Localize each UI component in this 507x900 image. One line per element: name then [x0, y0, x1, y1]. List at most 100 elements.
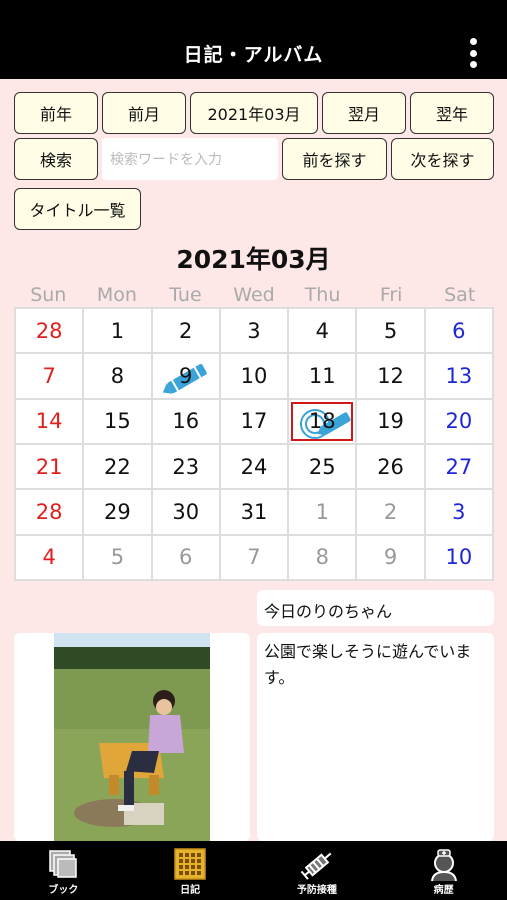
doctor-icon: [430, 849, 457, 882]
day-number: 4: [42, 545, 56, 570]
calendar-day[interactable]: 21: [16, 444, 83, 489]
calendar-day[interactable]: 12: [357, 354, 424, 398]
entry-photo[interactable]: [14, 633, 250, 841]
tab-book[interactable]: ブック: [0, 841, 127, 900]
weekday-label: Thu: [304, 284, 341, 306]
weekday-label: Tue: [169, 284, 202, 306]
calendar-day-other-month[interactable]: 10: [425, 535, 492, 579]
calendar-day[interactable]: 16: [152, 399, 219, 443]
calendar-day[interactable]: 4: [289, 309, 356, 353]
day-number: 3: [452, 499, 466, 524]
book-stack-icon: [49, 850, 78, 878]
search-input[interactable]: 検索ワードを入力: [102, 138, 278, 180]
tab-vaccination[interactable]: 予防接種: [254, 841, 381, 900]
day-number: 18: [308, 409, 336, 434]
day-number: 14: [35, 409, 63, 434]
search-button[interactable]: 検索: [14, 138, 98, 180]
calendar-day[interactable]: 5: [357, 309, 424, 353]
calendar-day[interactable]: 29: [84, 490, 151, 534]
day-number: 22: [104, 454, 131, 479]
day-number: 6: [452, 318, 466, 343]
calendar-day[interactable]: 30: [152, 490, 219, 534]
calendar-day[interactable]: 18: [289, 399, 356, 443]
calendar-day-other-month[interactable]: 4: [16, 535, 83, 579]
weekday-label: Mon: [96, 284, 137, 306]
day-number: 11: [308, 363, 336, 388]
calendar-day-other-month[interactable]: 6: [152, 535, 219, 579]
day-number: 8: [110, 363, 125, 388]
day-number: 2: [179, 318, 193, 343]
child-on-spring-rider-photo: [14, 633, 250, 841]
prev-year-button[interactable]: 前年: [14, 92, 98, 134]
calendar-day[interactable]: 2: [152, 309, 219, 353]
calendar-day[interactable]: 11: [289, 354, 356, 398]
current-month-button[interactable]: 2021年03月: [190, 92, 318, 134]
calendar-day[interactable]: 20: [425, 399, 492, 443]
calendar-day[interactable]: 26: [357, 444, 424, 489]
tab-diary[interactable]: 日記: [127, 841, 254, 900]
calendar-day[interactable]: 7: [16, 354, 83, 398]
calendar-day-other-month[interactable]: 1: [289, 490, 356, 534]
title-list-button[interactable]: タイトル一覧: [14, 188, 141, 230]
bottom-tab-bar: ブック 日記 予防接種 病歴: [0, 841, 507, 900]
calendar-day[interactable]: 9: [152, 354, 219, 398]
day-number: 13: [445, 363, 473, 388]
calendar-day-other-month[interactable]: 28: [16, 309, 83, 353]
next-year-button[interactable]: 翌年: [410, 92, 494, 134]
app-header: 日記・アルバム: [0, 0, 507, 79]
calendar-day[interactable]: 1: [84, 309, 151, 353]
weekday-label: Sat: [444, 284, 476, 306]
day-number: 7: [42, 363, 56, 388]
day-number: 25: [308, 454, 336, 479]
more-vertical-icon[interactable]: [469, 38, 477, 68]
entry-body[interactable]: 公園で楽しそうに遊んでいます。: [257, 633, 494, 841]
calendar-day[interactable]: 23: [152, 444, 219, 489]
find-prev-button[interactable]: 前を探す: [282, 138, 387, 180]
calendar-day[interactable]: 8: [84, 354, 151, 398]
calendar-grid-icon: [174, 848, 206, 880]
calendar-day-other-month[interactable]: 7: [220, 535, 288, 579]
day-number: 5: [383, 318, 398, 343]
day-number: 3: [247, 318, 261, 343]
tab-label: 予防接種: [296, 885, 337, 896]
calendar-day[interactable]: 3: [220, 309, 288, 353]
entry-title[interactable]: 今日のりのちゃん: [257, 590, 494, 626]
tab-label: 日記: [180, 885, 201, 896]
calendar-day[interactable]: 19: [357, 399, 424, 443]
calendar-day[interactable]: 17: [220, 399, 288, 443]
day-number: 9: [179, 363, 193, 388]
day-number: 19: [377, 409, 404, 434]
next-month-button[interactable]: 翌月: [322, 92, 406, 134]
calendar-day[interactable]: 6: [425, 309, 492, 353]
day-number: 15: [104, 409, 131, 434]
calendar-day[interactable]: 31: [220, 490, 288, 534]
day-number: 4: [315, 318, 329, 343]
calendar-day[interactable]: 22: [84, 444, 151, 489]
calendar-day[interactable]: 10: [220, 354, 288, 398]
calendar-day-other-month[interactable]: 2: [357, 490, 424, 534]
calendar-day[interactable]: 14: [16, 399, 83, 443]
calendar-day[interactable]: 15: [84, 399, 151, 443]
calendar-day[interactable]: 27: [425, 444, 492, 489]
day-number: 17: [240, 409, 268, 434]
tab-medical-history[interactable]: 病歴: [380, 841, 507, 900]
find-next-button[interactable]: 次を探す: [391, 138, 494, 180]
calendar-day[interactable]: 28: [16, 490, 83, 534]
calendar-day-other-month[interactable]: 8: [289, 535, 356, 579]
day-number: 23: [172, 454, 200, 479]
day-number: 6: [179, 545, 193, 570]
day-number: 12: [377, 363, 404, 388]
day-number: 24: [240, 454, 268, 479]
tab-label: 病歴: [433, 885, 454, 896]
calendar-day[interactable]: 13: [425, 354, 492, 398]
calendar-day[interactable]: 24: [220, 444, 288, 489]
calendar-day[interactable]: 25: [289, 444, 356, 489]
calendar-day-other-month[interactable]: 5: [84, 535, 151, 579]
day-number: 28: [35, 499, 63, 524]
day-number: 1: [315, 499, 329, 524]
day-number: 20: [445, 409, 473, 434]
prev-month-button[interactable]: 前月: [102, 92, 186, 134]
calendar-day-other-month[interactable]: 9: [357, 535, 424, 579]
day-number: 1: [110, 318, 125, 343]
calendar-day-other-month[interactable]: 3: [425, 490, 492, 534]
